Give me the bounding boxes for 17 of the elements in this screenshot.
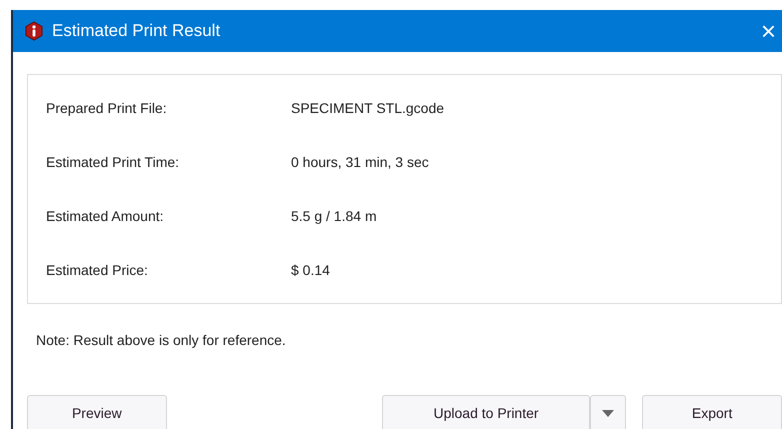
- window-title: Estimated Print Result: [52, 20, 220, 42]
- preview-button[interactable]: Preview: [27, 395, 167, 429]
- field-value: 5.5 g / 1.84 m: [291, 206, 377, 226]
- field-value: 0 hours, 31 min, 3 sec: [291, 152, 429, 172]
- field-label: Estimated Price:: [45, 260, 149, 280]
- caret-icon: [602, 410, 614, 416]
- field-label: Estimated Amount:: [45, 206, 165, 226]
- field-label: Prepared Print File:: [45, 98, 168, 118]
- export-button[interactable]: Export: [642, 395, 782, 429]
- field-value: $ 0.14: [291, 260, 330, 280]
- close-button[interactable]: ×: [760, 18, 776, 44]
- field-value: SPECIMENT STL.gcode: [291, 98, 444, 118]
- upload-button[interactable]: Upload to Printer: [382, 395, 590, 429]
- dropdown-button[interactable]: [590, 395, 626, 429]
- info-icon: [24, 21, 44, 41]
- note-text: Note: Result above is only for reference.: [36, 331, 287, 350]
- field-label: Estimated Print Time:: [45, 152, 180, 172]
